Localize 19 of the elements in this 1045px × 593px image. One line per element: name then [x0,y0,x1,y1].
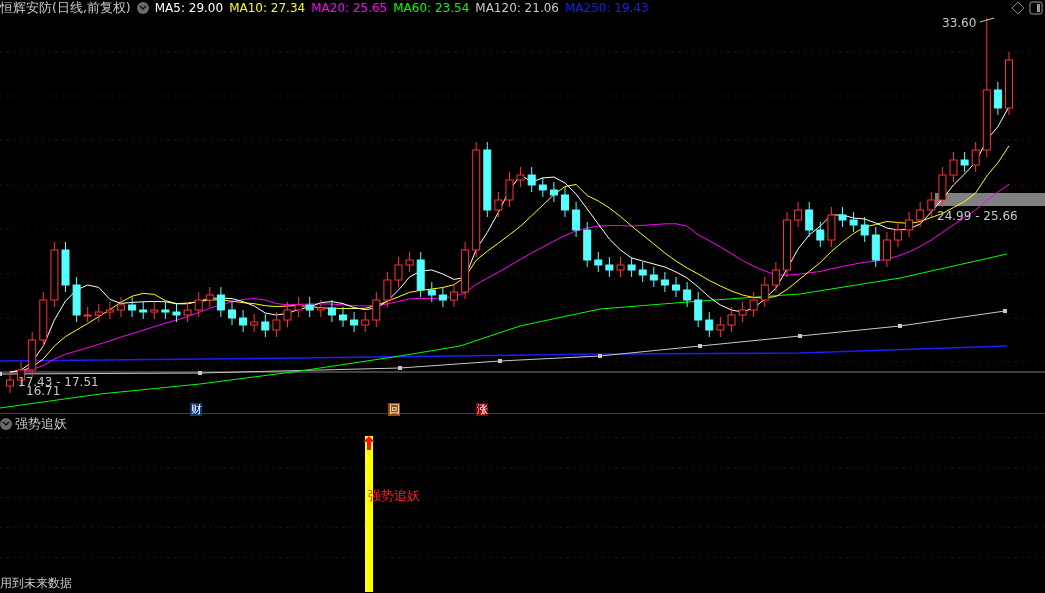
arrow-up-icon [363,436,375,450]
event-marker[interactable]: 财 [190,403,202,416]
ma-legend-label: MA250: 19.43 [565,1,649,15]
warning-note: 用到未来数据 [0,576,72,590]
panel-toggle-icon[interactable] [1029,1,1043,15]
ma-legend-label: MA5: 29.00 [154,1,224,15]
leader-line [979,17,995,23]
high-price-label: 33.60 [942,16,977,30]
indicator-title: 强势追妖 [15,415,67,433]
stock-title: 恒辉安防(日线,前复权) [0,0,131,17]
chevron-down-icon[interactable] [0,418,12,430]
ma-legend-label: MA10: 27.34 [229,1,306,15]
ma-legend-label: MA60: 23.54 [393,1,470,15]
ma-legend-label: MA120: 21.06 [475,1,559,15]
ma-legend-label: MA20: 25.65 [311,1,388,15]
diamond-icon[interactable] [1011,1,1025,15]
chevron-down-icon[interactable] [136,2,149,14]
event-marker[interactable]: 涨 [476,403,488,416]
event-marker[interactable]: 回 [388,403,400,416]
